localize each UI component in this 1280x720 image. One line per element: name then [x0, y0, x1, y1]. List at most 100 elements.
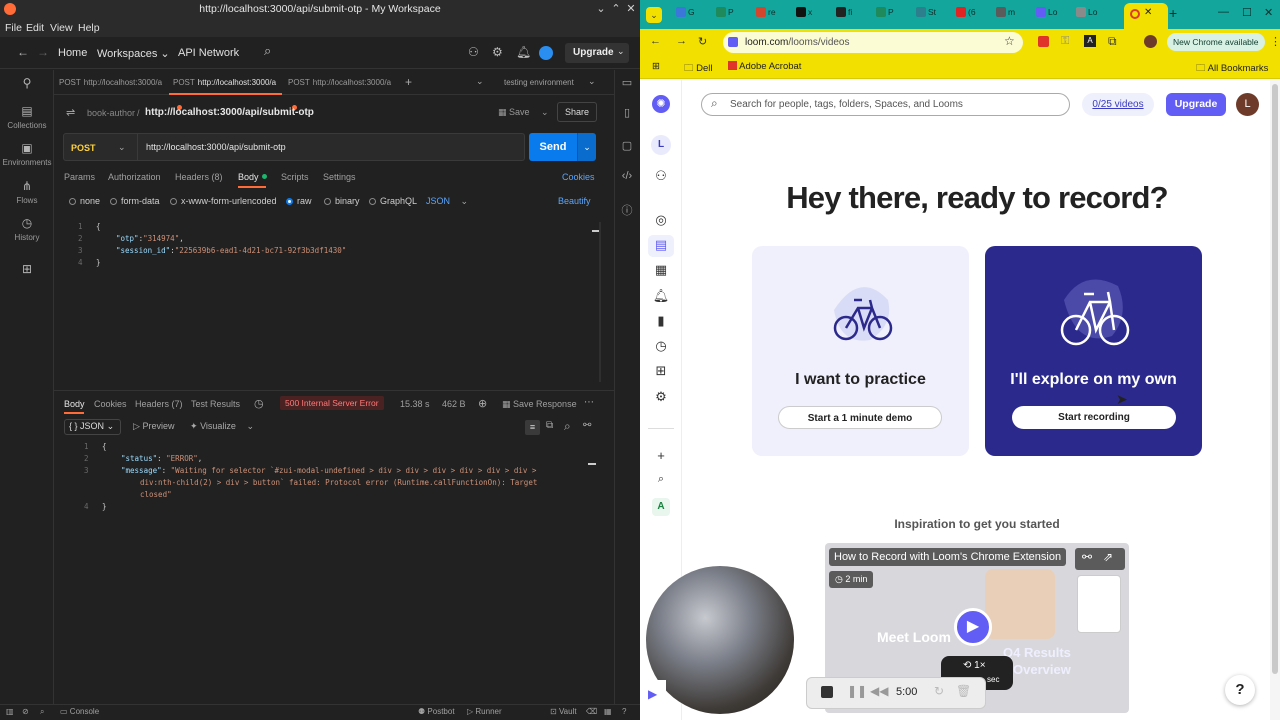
- webcam-bubble[interactable]: [646, 566, 794, 714]
- request-body-editor[interactable]: 1 { 2 "otp":"314974", 3 "session_id":"22…: [60, 222, 598, 382]
- sidebar-item-user[interactable]: ⚲: [0, 76, 54, 93]
- new-chrome-button[interactable]: New Chrome available: [1167, 33, 1265, 51]
- info-icon[interactable]: ⓘ: [617, 202, 637, 218]
- response-divider[interactable]: [54, 390, 614, 391]
- resp-tab-tests[interactable]: Test Results: [191, 399, 240, 409]
- copy-icon[interactable]: ⧉: [546, 420, 553, 431]
- upgrade-button[interactable]: Upgrade: [1166, 93, 1226, 116]
- avatar[interactable]: [539, 46, 553, 60]
- response-size[interactable]: 462 B: [442, 399, 466, 409]
- gear-icon[interactable]: ⚙: [652, 389, 670, 405]
- extension-acrobat-icon[interactable]: [1038, 36, 1049, 47]
- link-icon[interactable]: ⚯: [583, 420, 591, 431]
- history-icon[interactable]: ◷: [254, 397, 264, 410]
- url-text[interactable]: loom.com/looms/videos: [745, 37, 850, 48]
- apps-grid-icon[interactable]: ⊞: [652, 61, 660, 72]
- extension-lock-icon[interactable]: ⚿: [1061, 35, 1069, 48]
- browser-tab[interactable]: Lo: [1076, 7, 1112, 23]
- forward-arrow-icon[interactable]: →: [37, 45, 49, 59]
- back-arrow-icon[interactable]: ←: [17, 45, 29, 59]
- start-demo-button[interactable]: Start a 1 minute demo: [778, 406, 942, 429]
- tab-request-2[interactable]: POST http://localhost:3000/a: [169, 70, 282, 111]
- tab-request-3[interactable]: POST http://localhost:3000/a: [284, 70, 400, 111]
- trash-icon[interactable]: ⌫: [586, 707, 597, 716]
- body-type-form-data[interactable]: form-data: [110, 196, 160, 206]
- nav-api-network[interactable]: API Network: [178, 47, 239, 59]
- start-recording-button[interactable]: Start recording: [1012, 406, 1176, 429]
- method-select[interactable]: POST: [71, 143, 96, 153]
- layout-icon[interactable]: ▦: [604, 707, 612, 716]
- close-icon[interactable]: ✕: [1264, 6, 1273, 19]
- open-external-icon[interactable]: ⇗: [1103, 550, 1113, 564]
- bookmark-acrobat[interactable]: Adobe Acrobat: [728, 61, 801, 72]
- link-icon[interactable]: ⚯: [1082, 550, 1092, 564]
- camera-icon[interactable]: ▶︎: [648, 687, 657, 701]
- extension-a-icon[interactable]: A: [1084, 35, 1096, 47]
- send-button[interactable]: Send: [529, 133, 577, 161]
- sidebar-item-collections[interactable]: ▤ Collections: [0, 104, 54, 130]
- tab-settings[interactable]: Settings: [323, 172, 356, 182]
- sidebar-toggle-icon[interactable]: ▥: [6, 707, 14, 716]
- method-chevron-icon[interactable]: ⌄: [118, 142, 126, 153]
- body-type-raw[interactable]: raw: [286, 196, 312, 206]
- save-chevron-icon[interactable]: ⌄: [541, 107, 549, 118]
- browser-tab[interactable]: P: [876, 7, 912, 23]
- maximize-icon[interactable]: ⌃: [609, 2, 623, 16]
- restart-icon[interactable]: ↻: [934, 684, 944, 698]
- browser-tab[interactable]: P: [716, 7, 752, 23]
- nav-home[interactable]: Home: [58, 47, 87, 59]
- invite-icon[interactable]: ⚇: [468, 45, 479, 59]
- clock-icon[interactable]: ◷: [652, 338, 670, 354]
- library-icon[interactable]: ▤: [652, 237, 670, 253]
- minimize-icon[interactable]: —: [1218, 6, 1229, 18]
- share-button[interactable]: Share: [557, 102, 597, 122]
- tab-scripts[interactable]: Scripts: [281, 172, 309, 182]
- console-button[interactable]: ▭ Console: [60, 707, 99, 716]
- maximize-icon[interactable]: ☐: [1242, 6, 1252, 19]
- browser-tab[interactable]: x: [796, 7, 832, 23]
- tabs-chevron-icon[interactable]: ⌄: [476, 76, 484, 87]
- back-arrow-icon[interactable]: ←: [650, 35, 661, 47]
- reload-icon[interactable]: ↻: [698, 35, 707, 48]
- tab-search-chevron-icon[interactable]: ⌄: [646, 7, 662, 23]
- browser-tab[interactable]: Lo: [1036, 7, 1072, 23]
- search-icon[interactable]: ⌕: [264, 43, 271, 59]
- body-type-binary[interactable]: binary: [324, 196, 360, 206]
- calendar-icon[interactable]: ▦: [652, 262, 670, 278]
- bookmark-icon[interactable]: ▮: [652, 313, 670, 329]
- upgrade-chevron-icon[interactable]: ⌄: [617, 46, 625, 57]
- video-count[interactable]: 0/25 videos: [1082, 93, 1154, 116]
- url-input[interactable]: http://localhost:3000/api/submit-otp: [146, 142, 286, 152]
- preview-button[interactable]: ▷ Preview: [133, 421, 174, 432]
- help-button[interactable]: ?: [1225, 675, 1255, 705]
- online-status-icon[interactable]: ⊘: [22, 707, 29, 716]
- help-icon[interactable]: ?: [622, 707, 626, 716]
- new-tab-plus-icon[interactable]: +: [1169, 5, 1177, 21]
- browser-tab[interactable]: (6: [956, 7, 992, 23]
- new-tab-plus-icon[interactable]: +: [405, 75, 412, 89]
- tab-body[interactable]: Body: [238, 172, 267, 182]
- status-badge[interactable]: 500 Internal Server Error: [280, 396, 384, 410]
- browser-tab[interactable]: fi: [836, 7, 872, 23]
- save-response-button[interactable]: ▦ Save Response: [502, 399, 577, 410]
- environment-select[interactable]: testing environment: [504, 78, 574, 87]
- sidebar-item-environments[interactable]: ▣ Environments: [0, 141, 54, 167]
- environment-chevron-icon[interactable]: ⌄: [588, 76, 596, 87]
- browser-tab[interactable]: St: [916, 7, 952, 23]
- runner-button[interactable]: ▷ Runner: [467, 707, 502, 716]
- tab-request-1[interactable]: POST http://localhost:3000/a: [55, 70, 167, 95]
- gift-icon[interactable]: ⊞: [652, 363, 670, 379]
- body-type-graphql[interactable]: GraphQL: [369, 196, 417, 206]
- docs-icon[interactable]: ▯: [617, 106, 637, 119]
- trash-icon[interactable]: 🗑︎: [956, 684, 971, 698]
- globe-icon[interactable]: ⊕: [478, 397, 487, 410]
- response-body-viewer[interactable]: 1 { 2 "status": "ERROR", 3 "message": "W…: [60, 442, 600, 532]
- tab-params[interactable]: Params: [64, 172, 95, 182]
- sidebar-item-history[interactable]: ◷ History: [0, 216, 54, 242]
- extensions-puzzle-icon[interactable]: ⧉: [1108, 34, 1117, 49]
- vault-button[interactable]: ⊡ Vault: [550, 707, 577, 716]
- environment-quicklook-icon[interactable]: ▭: [617, 76, 637, 89]
- save-button[interactable]: ▦ Save: [498, 107, 530, 118]
- tab-headers[interactable]: Headers (8): [175, 172, 223, 182]
- code-icon[interactable]: ‹/›: [617, 170, 637, 182]
